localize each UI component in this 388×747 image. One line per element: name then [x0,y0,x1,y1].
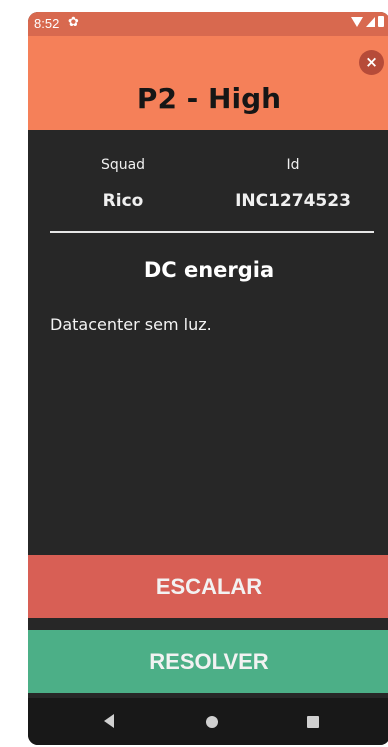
incident-description: Datacenter sem luz. [50,315,212,334]
priority-header: × P2 - High [28,36,388,130]
incident-title: DC energia [143,258,275,282]
priority-title: P2 - High [136,82,282,115]
escalate-button[interactable]: ESCALAR [28,555,388,618]
recents-icon[interactable] [307,716,319,728]
squad-label: Squad [100,157,146,173]
id-label: Id [286,157,300,173]
status-bar: 8:52 ✿ [28,12,388,36]
back-icon[interactable] [104,714,114,728]
settings-gear-icon: ✿ [68,15,79,30]
phone-screen: 8:52 ✿ × P2 - High Squad Rico Id INC1274… [28,12,388,745]
battery-icon [378,16,384,27]
close-button[interactable]: × [359,50,384,75]
squad-value: Rico [102,191,144,211]
status-icons [351,16,384,27]
resolve-button[interactable]: RESOLVER [28,630,388,693]
status-time: 8:52 [34,16,60,31]
wifi-icon [351,16,363,27]
id-value: INC1274523 [235,191,351,211]
divider [50,231,374,233]
id-column: Id INC1274523 [208,157,378,211]
navigation-bar [28,698,388,745]
home-icon[interactable] [206,716,218,728]
squad-column: Squad Rico [38,157,208,211]
signal-icon [366,16,375,27]
